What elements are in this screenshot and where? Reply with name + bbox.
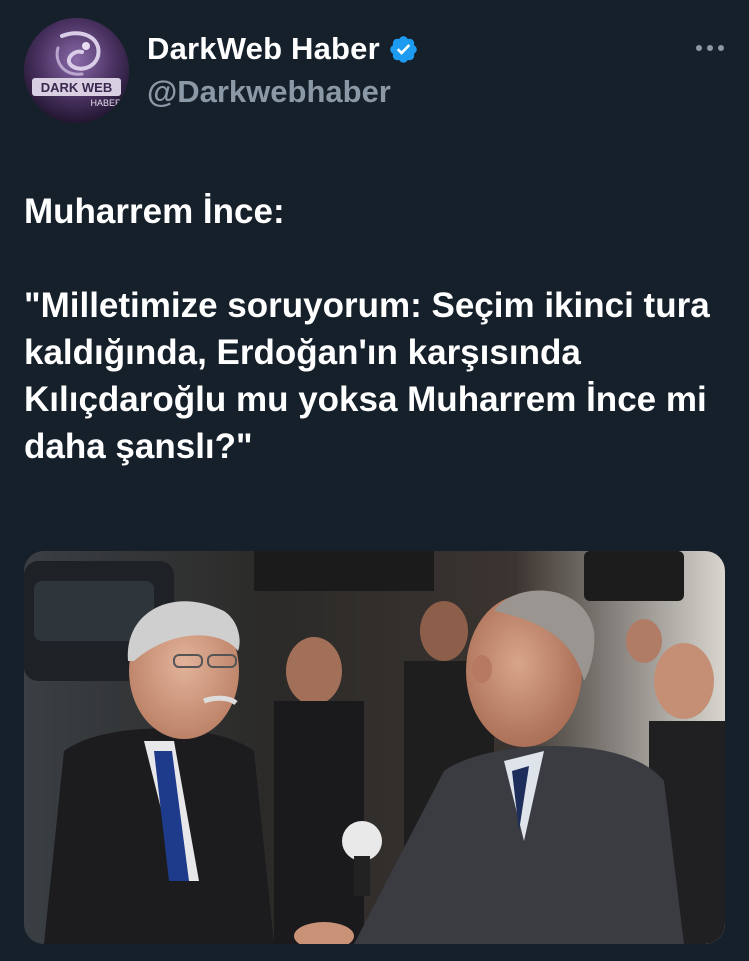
more-options-button[interactable] <box>690 30 730 66</box>
tweet-text: Muharrem İnce: "Milletimize soruyorum: S… <box>24 192 710 466</box>
author-handle[interactable]: @Darkwebhaber <box>147 74 391 110</box>
avatar-text-bottom: HABER <box>90 98 122 108</box>
avatar-text-top: DARK WEB <box>41 80 113 95</box>
verified-badge-icon <box>390 35 417 63</box>
author-avatar[interactable]: DARK WEB HABER <box>24 18 129 123</box>
more-horizontal-icon <box>696 45 724 51</box>
author-name-row: DarkWeb Haber <box>147 28 419 70</box>
author-display-name[interactable]: DarkWeb Haber <box>147 31 380 67</box>
tweet-card: DARK WEB HABER DarkWeb Haber @Darkwebhab… <box>0 0 749 961</box>
tweet-photo[interactable] <box>24 551 725 944</box>
photo-image <box>24 551 725 944</box>
avatar-logo-icon: DARK WEB HABER <box>24 18 129 123</box>
